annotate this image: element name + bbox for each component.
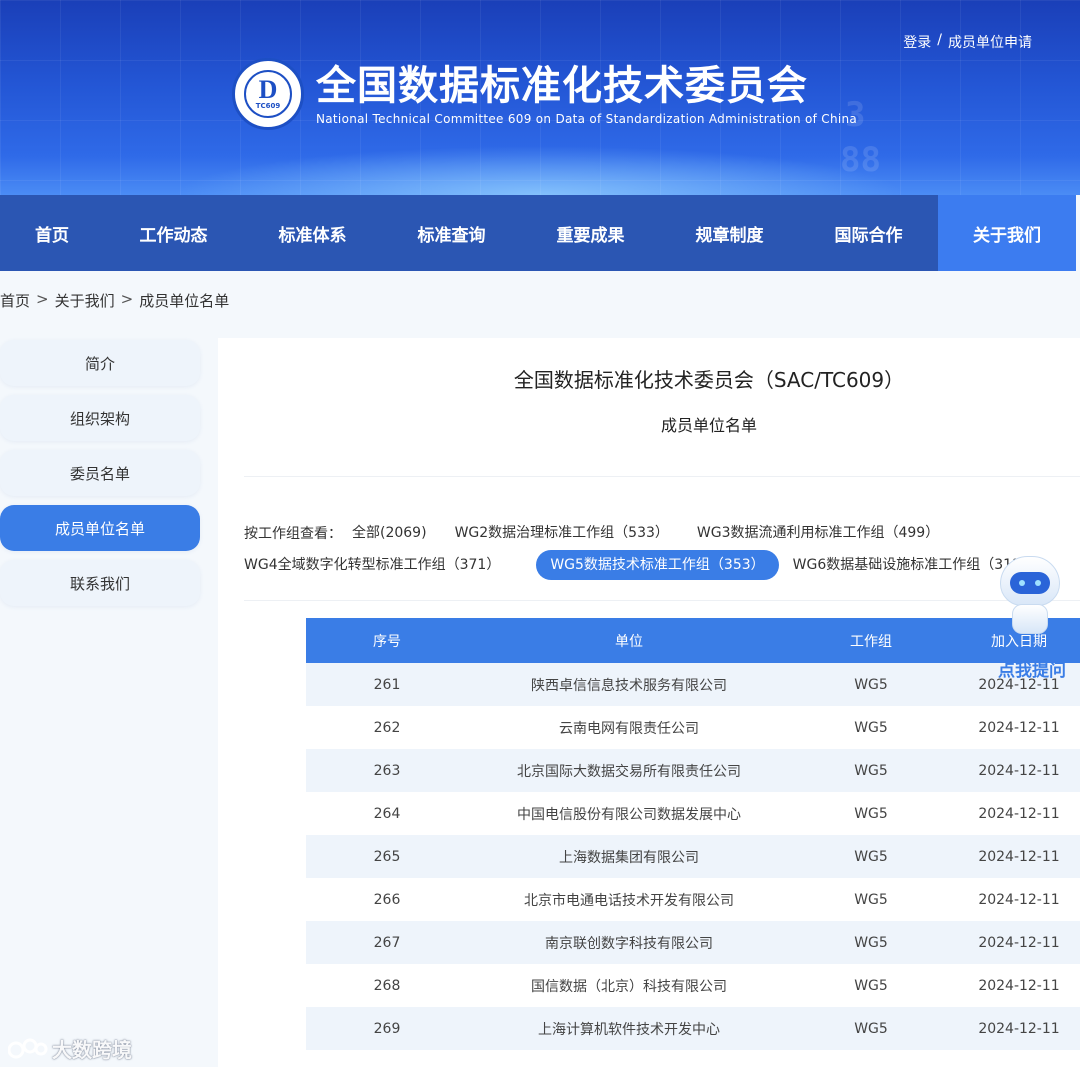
table-row: 263 北京国际大数据交易所有限责任公司 WG5 2024-12-11 [306, 749, 1080, 792]
cell-index: 264 [373, 805, 401, 822]
sidebar-item-organization[interactable]: 组织架构 [0, 395, 200, 441]
watermark-text: 大数跨境 [52, 1038, 132, 1062]
cell-index: 261 [373, 676, 401, 693]
filter-all[interactable]: 全部(2069) [352, 518, 441, 548]
cell-unit-name: 云南电网有限责任公司 [559, 720, 699, 737]
member-apply-link[interactable]: 成员单位申请 [948, 32, 1032, 52]
cell-unit-name: 国信数据（北京）科技有限公司 [531, 978, 727, 995]
page-title: 全国数据标准化技术委员会（SAC/TC609） [513, 368, 905, 392]
cell-join-date: 2024-12-11 [978, 977, 1060, 994]
breadcrumb: 首页 > 关于我们 > 成员单位名单 [0, 290, 229, 311]
cell-index: 266 [373, 891, 401, 908]
nav-item-home[interactable]: 首页 [0, 195, 104, 271]
cell-working-group: WG5 [854, 934, 888, 951]
cell-unit-name: 陕西卓信信息技术服务有限公司 [531, 677, 727, 694]
table-row: 264 中国电信股份有限公司数据发展中心 WG5 2024-12-11 [306, 792, 1080, 835]
watermark-logo-icon [7, 1036, 48, 1062]
cell-working-group: WG5 [854, 891, 888, 908]
filter-label: 按工作组查看： [244, 526, 342, 542]
working-group-filters: 按工作组查看： 全部(2069) WG2数据治理标准工作组（533） WG3数据… [244, 518, 1080, 582]
cell-unit-name: 上海计算机软件技术开发中心 [538, 1021, 720, 1038]
table-row: 269 上海计算机软件技术开发中心 WG5 2024-12-11 [306, 1007, 1080, 1050]
cell-working-group: WG5 [854, 977, 888, 994]
cell-working-group: WG5 [854, 762, 888, 779]
seal-text: TC609 [255, 102, 281, 110]
table-row: 267 南京联创数字科技有限公司 WG5 2024-12-11 [306, 921, 1080, 964]
ask-assistant-widget[interactable]: 点我提问 [992, 556, 1072, 681]
sidebar-item-member-units[interactable]: 成员单位名单 [0, 505, 200, 551]
cell-unit-name: 中国电信股份有限公司数据发展中心 [517, 806, 741, 823]
breadcrumb-current: 成员单位名单 [139, 292, 230, 310]
filter-wg5[interactable]: WG5数据技术标准工作组（353） [536, 550, 779, 580]
cell-index: 263 [373, 762, 401, 779]
cell-join-date: 2024-12-11 [978, 762, 1060, 779]
cell-join-date: 2024-12-11 [978, 719, 1060, 736]
cell-working-group: WG5 [854, 1020, 888, 1037]
site-title-en: National Technical Committee 609 on Data… [316, 112, 858, 126]
sidebar-item-committee-members[interactable]: 委员名单 [0, 450, 200, 496]
cell-unit-name: 北京国际大数据交易所有限责任公司 [517, 763, 741, 780]
cell-index: 268 [373, 977, 401, 994]
login-link[interactable]: 登录 [903, 32, 931, 52]
cell-join-date: 2024-12-11 [978, 891, 1060, 908]
cell-join-date: 2024-12-11 [978, 805, 1060, 822]
tc609-seal-icon: D TC609 [232, 58, 304, 130]
table-header: 序号 单位 工作组 加入日期 [306, 618, 1080, 663]
site-logo[interactable]: D TC609 全国数据标准化技术委员会 National Technical … [232, 58, 857, 130]
divider [244, 600, 1080, 601]
cell-working-group: WG5 [854, 805, 888, 822]
nav-item-standard-system[interactable]: 标准体系 [243, 195, 382, 271]
cell-join-date: 2024-12-11 [978, 934, 1060, 951]
cell-index: 267 [373, 934, 401, 951]
page-subtitle: 成员单位名单 [660, 416, 757, 435]
nav-item-about-us[interactable]: 关于我们 [938, 195, 1076, 271]
filter-wg3[interactable]: WG3数据流通利用标准工作组（499） [683, 518, 953, 548]
header-working-group: 工作组 [850, 633, 892, 650]
main-nav: 首页 工作动态 标准体系 标准查询 重要成果 规章制度 国际合作 关于我们 [0, 195, 1076, 271]
table-row: 268 国信数据（北京）科技有限公司 WG5 2024-12-11 [306, 964, 1080, 1007]
main-panel: 全国数据标准化技术委员会（SAC/TC609） 成员单位名单 按工作组查看： 全… [218, 338, 1080, 1067]
nav-item-standard-search[interactable]: 标准查询 [382, 195, 521, 271]
breadcrumb-separator: > [36, 290, 49, 308]
filter-wg4[interactable]: WG4全域数字化转型标准工作组（371） [244, 550, 514, 580]
cell-unit-name: 北京市电通电话技术开发有限公司 [524, 892, 734, 909]
header-unit: 单位 [615, 633, 643, 650]
cell-working-group: WG5 [854, 848, 888, 865]
nav-item-achievements[interactable]: 重要成果 [521, 195, 660, 271]
top-links: 登录 / 成员单位申请 [903, 32, 1032, 52]
nav-item-regulations[interactable]: 规章制度 [660, 195, 799, 271]
site-title-cn: 全国数据标准化技术委员会 [316, 63, 808, 109]
cell-index: 265 [373, 848, 401, 865]
table-row: 262 云南电网有限责任公司 WG5 2024-12-11 [306, 706, 1080, 749]
sidebar-item-contact[interactable]: 联系我们 [0, 560, 200, 606]
breadcrumb-about[interactable]: 关于我们 [55, 290, 115, 311]
nav-item-news[interactable]: 工作动态 [104, 195, 243, 271]
table-body: 261 陕西卓信信息技术服务有限公司 WG5 2024-12-11 262 云南电网有限责… [306, 663, 1080, 1050]
cell-unit-name: 南京联创数字科技有限公司 [545, 935, 713, 952]
top-links-separator: / [937, 32, 942, 48]
nav-item-international[interactable]: 国际合作 [799, 195, 938, 271]
sidebar: 简介 组织架构 委员名单 成员单位名单 联系我们 [0, 340, 200, 615]
header-banner: 3 88 登录 / 成员单位申请 D TC609 全国数据标准化技术委员会 Na… [0, 0, 1080, 195]
table-row: 266 北京市电通电话技术开发有限公司 WG5 2024-12-11 [306, 878, 1080, 921]
divider [244, 476, 1080, 477]
cell-join-date: 2024-12-11 [978, 1020, 1060, 1037]
breadcrumb-home[interactable]: 首页 [0, 290, 30, 311]
breadcrumb-separator: > [120, 290, 134, 308]
banner-decoration: 88 [840, 140, 881, 180]
table-row: 261 陕西卓信信息技术服务有限公司 WG5 2024-12-11 [306, 663, 1080, 706]
cell-index: 262 [373, 719, 401, 736]
cell-working-group: WG5 [854, 676, 888, 693]
cell-unit-name: 上海数据集团有限公司 [559, 849, 699, 866]
member-units-table: 序号 单位 工作组 加入日期 261 陕西卓信信息技术服务有限公司 WG5 2024-… [306, 618, 1080, 1050]
ask-assistant-label[interactable]: 点我提问 [990, 656, 1074, 681]
sidebar-item-intro[interactable]: 简介 [0, 340, 200, 386]
table-row: 265 上海数据集团有限公司 WG5 2024-12-11 [306, 835, 1080, 878]
filter-wg2[interactable]: WG2数据治理标准工作组（533） [441, 518, 683, 548]
cell-index: 269 [373, 1020, 401, 1037]
cell-working-group: WG5 [854, 719, 888, 736]
watermark: 大数跨境 [7, 1034, 132, 1063]
cell-join-date: 2024-12-11 [978, 848, 1060, 865]
header-index: 序号 [373, 633, 401, 650]
